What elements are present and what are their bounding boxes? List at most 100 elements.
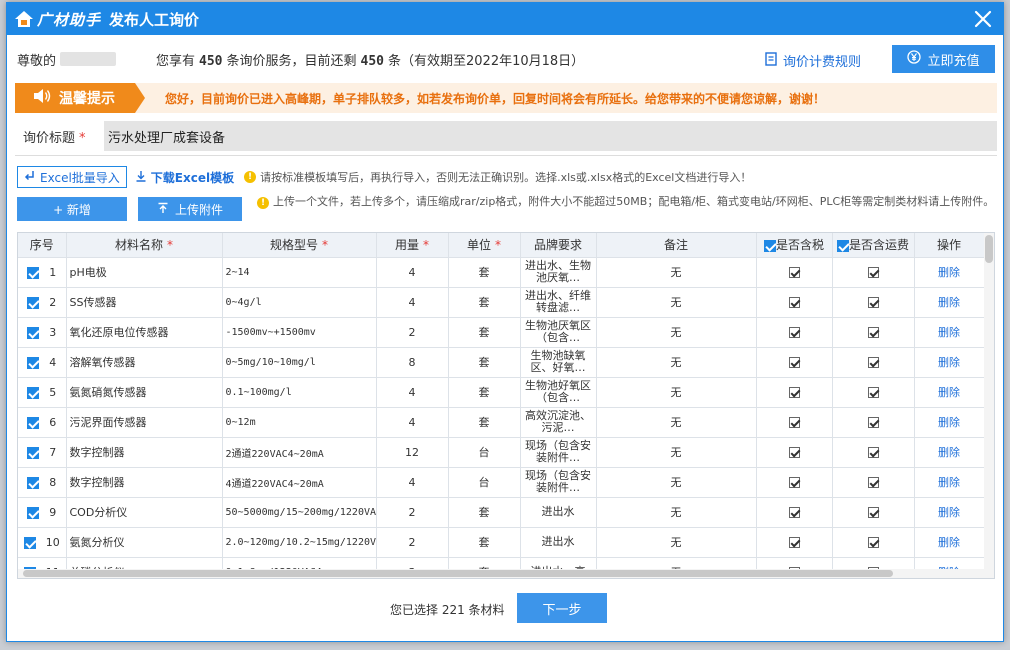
material-name[interactable]: 数字控制器	[66, 467, 223, 498]
material-brand[interactable]: 高效沉淀池、污泥…	[520, 407, 597, 438]
delete-row-link[interactable]: 删除	[938, 476, 960, 489]
delete-row-link[interactable]: 删除	[938, 416, 960, 429]
material-name[interactable]: 数字控制器	[66, 437, 223, 468]
freight-checkbox[interactable]	[867, 507, 879, 518]
delete-row-link[interactable]: 删除	[938, 326, 960, 339]
freight-checkbox[interactable]	[867, 447, 879, 458]
freight-checkbox[interactable]	[867, 327, 879, 338]
inquiry-title-input[interactable]	[104, 121, 997, 151]
delete-row-link[interactable]: 删除	[938, 446, 960, 459]
vertical-scroll-thumb[interactable]	[985, 235, 993, 263]
material-name[interactable]: pH电极	[66, 257, 223, 288]
material-unit[interactable]: 套	[448, 497, 521, 528]
material-brand[interactable]: 现场（包含安装附件…	[520, 467, 597, 498]
tax-checkbox[interactable]	[788, 357, 800, 368]
row-select-checkbox[interactable]	[27, 446, 40, 459]
material-note[interactable]: 无	[596, 257, 757, 288]
material-brand[interactable]: 进出水、纤维转盘滤…	[520, 287, 597, 318]
material-qty[interactable]: 8	[376, 347, 449, 378]
material-name[interactable]: 氨氮分析仪	[66, 527, 223, 558]
delete-row-link[interactable]: 删除	[938, 506, 960, 519]
freight-checkbox[interactable]	[867, 417, 879, 428]
tax-checkbox[interactable]	[788, 537, 800, 548]
tax-checkbox[interactable]	[788, 477, 800, 488]
material-qty[interactable]: 4	[376, 407, 449, 438]
material-note[interactable]: 无	[596, 497, 757, 528]
row-select-checkbox[interactable]	[27, 416, 40, 429]
freight-checkbox[interactable]	[867, 387, 879, 398]
material-unit[interactable]: 台	[448, 467, 521, 498]
excel-import-button[interactable]: Excel批量导入	[17, 166, 127, 188]
material-spec[interactable]: 0~5mg/10~10mg/l	[222, 347, 377, 378]
tax-checkbox[interactable]	[788, 447, 800, 458]
material-note[interactable]: 无	[596, 527, 757, 558]
material-name[interactable]: 溶解氧传感器	[66, 347, 223, 378]
material-note[interactable]: 无	[596, 347, 757, 378]
tax-checkbox[interactable]	[788, 417, 800, 428]
material-unit[interactable]: 套	[448, 527, 521, 558]
delete-row-link[interactable]: 删除	[938, 386, 960, 399]
row-select-checkbox[interactable]	[27, 386, 40, 399]
material-name[interactable]: 氧化还原电位传感器	[66, 317, 223, 348]
tax-checkbox[interactable]	[788, 327, 800, 338]
close-icon[interactable]	[971, 7, 995, 31]
row-select-checkbox[interactable]	[23, 536, 36, 549]
material-spec[interactable]: 0~12m	[222, 407, 377, 438]
material-note[interactable]: 无	[596, 377, 757, 408]
download-template-link[interactable]: 下载Excel模板	[135, 169, 234, 186]
vertical-scrollbar[interactable]	[984, 233, 994, 578]
col-tax[interactable]: 是否含税	[756, 233, 833, 258]
row-select-checkbox[interactable]	[27, 326, 40, 339]
tax-checkbox[interactable]	[788, 297, 800, 308]
row-select-checkbox[interactable]	[27, 476, 40, 489]
material-qty[interactable]: 4	[376, 467, 449, 498]
freight-all-checkbox[interactable]	[836, 239, 849, 252]
material-spec[interactable]: 2.0~120mg/10.2~15mg/1220VAC4~20mARS485	[222, 527, 377, 558]
material-brand[interactable]: 生物池缺氧区、好氧…	[520, 347, 597, 378]
material-unit[interactable]: 套	[448, 407, 521, 438]
material-note[interactable]: 无	[596, 317, 757, 348]
material-spec[interactable]: 2~14	[222, 257, 377, 288]
freight-checkbox[interactable]	[867, 537, 879, 548]
material-unit[interactable]: 台	[448, 437, 521, 468]
material-name[interactable]: 氨氮硝氮传感器	[66, 377, 223, 408]
delete-row-link[interactable]: 删除	[938, 536, 960, 549]
material-spec[interactable]: -1500mv~+1500mv	[222, 317, 377, 348]
freight-checkbox[interactable]	[867, 477, 879, 488]
delete-row-link[interactable]: 删除	[938, 266, 960, 279]
material-unit[interactable]: 套	[448, 287, 521, 318]
tax-checkbox[interactable]	[788, 387, 800, 398]
material-unit[interactable]: 套	[448, 347, 521, 378]
material-spec[interactable]: 0.1~100mg/l	[222, 377, 377, 408]
row-select-checkbox[interactable]	[27, 506, 40, 519]
add-row-button[interactable]: + 新增	[17, 197, 127, 221]
row-select-checkbox[interactable]	[27, 266, 40, 279]
next-step-button[interactable]: 下一步	[517, 593, 607, 623]
col-freight[interactable]: 是否含运费	[832, 233, 915, 258]
material-name[interactable]: COD分析仪	[66, 497, 223, 528]
material-name[interactable]: SS传感器	[66, 287, 223, 318]
pricing-rules-link[interactable]: 询价计费规则	[765, 51, 861, 70]
delete-row-link[interactable]: 删除	[938, 296, 960, 309]
material-brand[interactable]: 生物池厌氧区（包含…	[520, 317, 597, 348]
material-note[interactable]: 无	[596, 287, 757, 318]
material-spec[interactable]: 2通道220VAC4~20mA	[222, 437, 377, 468]
material-spec[interactable]: 50~5000mg/15~200mg/1220VAC4~20mARS485	[222, 497, 377, 528]
material-brand[interactable]: 进出水	[520, 497, 597, 528]
upload-attachment-button[interactable]: 上传附件	[138, 197, 242, 221]
material-note[interactable]: 无	[596, 437, 757, 468]
material-qty[interactable]: 2	[376, 317, 449, 348]
tax-checkbox[interactable]	[788, 267, 800, 278]
freight-checkbox[interactable]	[867, 267, 879, 278]
horizontal-scrollbar[interactable]	[18, 569, 984, 578]
horizontal-scroll-thumb[interactable]	[23, 570, 893, 577]
material-name[interactable]: 污泥界面传感器	[66, 407, 223, 438]
material-unit[interactable]: 套	[448, 317, 521, 348]
recharge-button[interactable]: 立即充值	[892, 45, 995, 73]
material-note[interactable]: 无	[596, 467, 757, 498]
tax-all-checkbox[interactable]	[763, 239, 776, 252]
material-qty[interactable]: 4	[376, 377, 449, 408]
material-qty[interactable]: 2	[376, 497, 449, 528]
material-spec[interactable]: 4通道220VAC4~20mA	[222, 467, 377, 498]
material-qty[interactable]: 4	[376, 257, 449, 288]
